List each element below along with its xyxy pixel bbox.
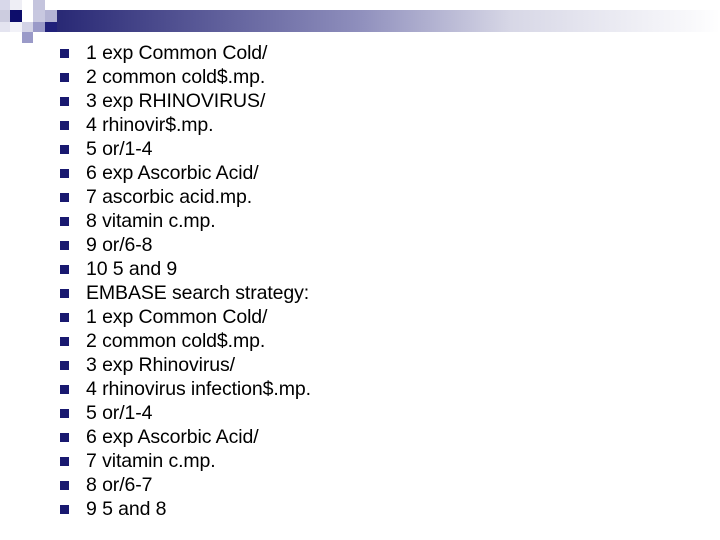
- square-bullet-icon: [60, 97, 69, 106]
- list-item-label: 10 5 and 9: [86, 258, 178, 280]
- list-item-label: 1 exp Common Cold/: [86, 42, 268, 64]
- mosaic-square: [0, 22, 10, 32]
- list-item-label: 6 exp Ascorbic Acid/: [86, 426, 259, 448]
- mosaic-square: [45, 0, 57, 10]
- list-item: 8 or/6-7: [60, 473, 700, 497]
- mosaic-square: [0, 0, 10, 10]
- square-bullet-icon: [60, 433, 69, 442]
- list-item: 7 vitamin c.mp.: [60, 449, 700, 473]
- list-item-label: 7 vitamin c.mp.: [86, 450, 216, 472]
- mosaic-square: [22, 10, 33, 22]
- list-item: 7 ascorbic acid.mp.: [60, 185, 700, 209]
- list-item-label: 4 rhinovir$.mp.: [86, 114, 214, 136]
- square-bullet-icon: [60, 457, 69, 466]
- header-mosaic-squares: [0, 0, 60, 46]
- mosaic-square: [22, 0, 33, 10]
- bullet-list: 1 exp Common Cold/2 common cold$.mp. 3 ex…: [60, 41, 700, 521]
- slide-header-decoration: [0, 0, 720, 46]
- list-item-label: 7 ascorbic acid.mp.: [86, 186, 253, 208]
- square-bullet-icon: [60, 481, 69, 490]
- list-item: 6 exp Ascorbic Acid/: [60, 425, 700, 449]
- mosaic-square: [45, 10, 57, 22]
- header-gradient-bar: [22, 10, 720, 32]
- square-bullet-icon: [60, 313, 69, 322]
- square-bullet-icon: [60, 73, 69, 82]
- list-item-label: 1 exp Common Cold/: [86, 306, 268, 328]
- square-bullet-icon: [60, 337, 69, 346]
- square-bullet-icon: [60, 49, 69, 58]
- square-bullet-icon: [60, 121, 69, 130]
- list-item: 9 5 and 8: [60, 497, 700, 521]
- mosaic-square: [33, 10, 45, 22]
- square-bullet-icon: [60, 505, 69, 514]
- list-item: 9 or/6-8: [60, 233, 700, 257]
- list-item: 3 exp RHINOVIRUS/: [60, 89, 700, 113]
- list-item-label: 2 common cold$.mp.: [86, 330, 266, 352]
- square-bullet-icon: [60, 169, 69, 178]
- mosaic-square: [10, 0, 22, 10]
- list-item: 1 exp Common Cold/: [60, 41, 700, 65]
- list-item-label: 9 or/6-8: [86, 234, 153, 256]
- list-item-label: 9 5 and 8: [86, 498, 167, 520]
- square-bullet-icon: [60, 193, 69, 202]
- list-item-label: 8 or/6-7: [86, 474, 153, 496]
- square-bullet-icon: [60, 409, 69, 418]
- list-item: 1 exp Common Cold/: [60, 305, 700, 329]
- list-item: 6 exp Ascorbic Acid/: [60, 161, 700, 185]
- list-item-label: 5 or/1-4: [86, 138, 153, 160]
- list-item-label: 8 vitamin c.mp.: [86, 210, 216, 232]
- square-bullet-icon: [60, 385, 69, 394]
- list-item-label: EMBASE search strategy:: [86, 282, 310, 304]
- list-item-label: 4 rhinovirus infection$.mp.: [86, 378, 311, 400]
- mosaic-square: [33, 0, 45, 10]
- list-item: 8 vitamin c.mp.: [60, 209, 700, 233]
- mosaic-square: [0, 10, 10, 22]
- list-item: 3 exp Rhinovirus/: [60, 353, 700, 377]
- mosaic-square: [45, 22, 57, 32]
- list-item: EMBASE search strategy:: [60, 281, 700, 305]
- square-bullet-icon: [60, 145, 69, 154]
- square-bullet-icon: [60, 361, 69, 370]
- list-item-label: 3 exp RHINOVIRUS/: [86, 90, 266, 112]
- slide-canvas: 1 exp Common Cold/2 common cold$.mp. 3 ex…: [0, 0, 720, 540]
- list-item-label: 3 exp Rhinovirus/: [86, 354, 235, 376]
- list-item: 5 or/1-4: [60, 137, 700, 161]
- list-item: 4 rhinovir$.mp.: [60, 113, 700, 137]
- list-item: 2 common cold$.mp.: [60, 329, 700, 353]
- square-bullet-icon: [60, 217, 69, 226]
- mosaic-square: [10, 10, 22, 22]
- mosaic-square: [22, 22, 33, 32]
- list-item: 10 5 and 9: [60, 257, 700, 281]
- mosaic-square: [10, 22, 22, 32]
- square-bullet-icon: [60, 265, 69, 274]
- mosaic-square: [22, 32, 33, 43]
- square-bullet-icon: [60, 289, 69, 298]
- list-item-label: 5 or/1-4: [86, 402, 153, 424]
- mosaic-square: [33, 22, 45, 32]
- square-bullet-icon: [60, 241, 69, 250]
- list-item: 2 common cold$.mp.: [60, 65, 700, 89]
- list-item: 5 or/1-4: [60, 401, 700, 425]
- list-item-label: 2 common cold$.mp.: [86, 66, 266, 88]
- list-item: 4 rhinovirus infection$.mp.: [60, 377, 700, 401]
- list-item-label: 6 exp Ascorbic Acid/: [86, 162, 259, 184]
